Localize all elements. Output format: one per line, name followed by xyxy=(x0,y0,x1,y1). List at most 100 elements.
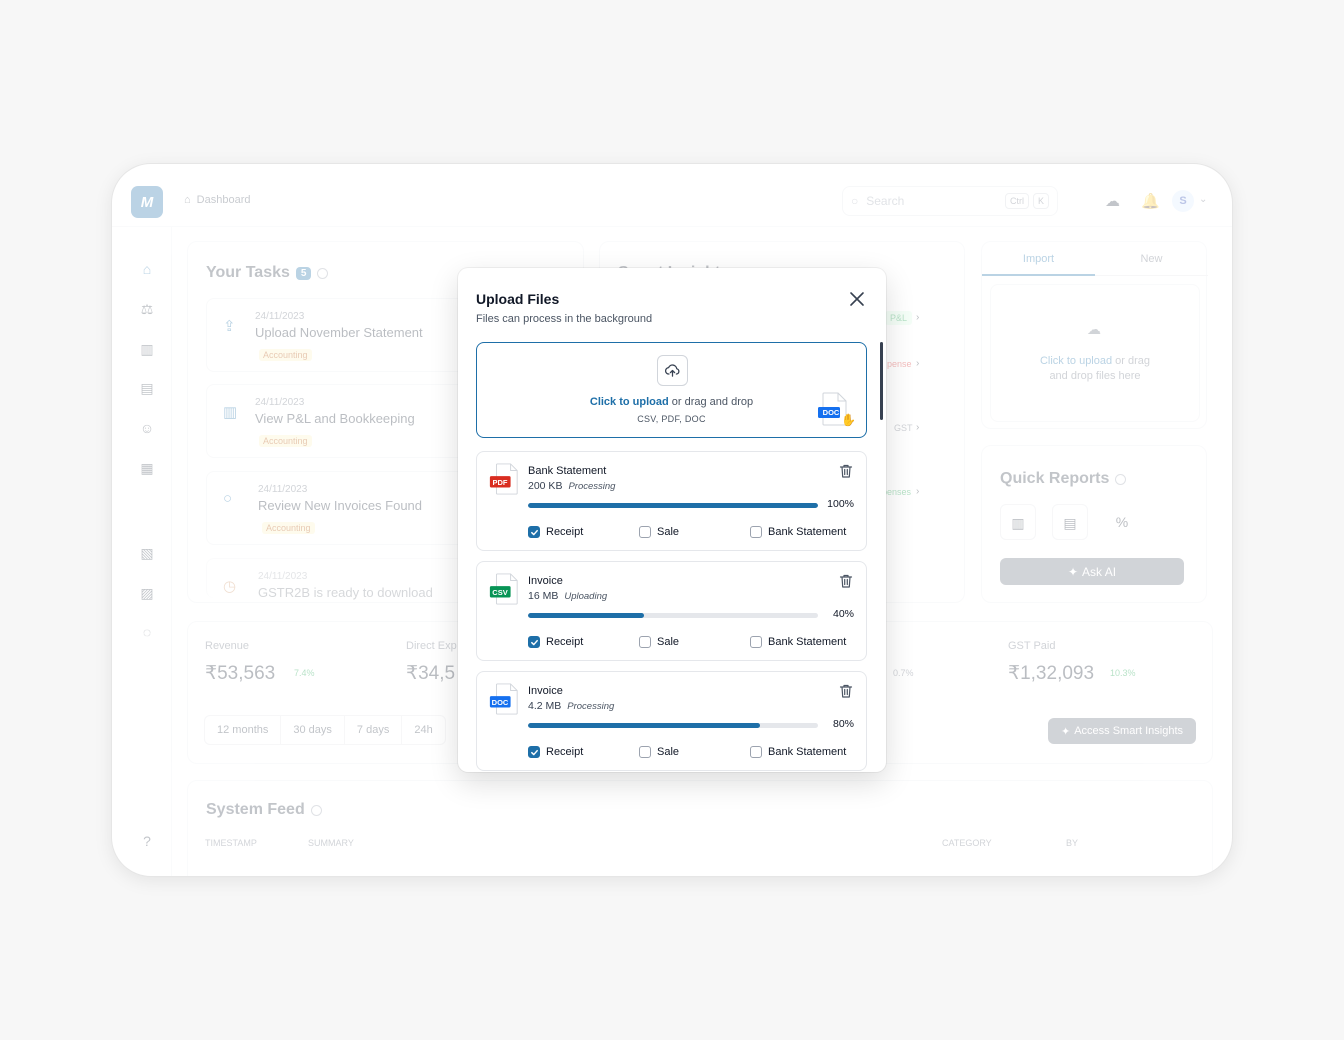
bar-chart-icon[interactable]: ▥ xyxy=(1000,504,1036,540)
chevron-right-icon[interactable]: › xyxy=(916,422,919,433)
bell-icon[interactable]: 🔔 xyxy=(1141,192,1160,210)
access-smart-insights-button[interactable]: ✦ Access Smart Insights xyxy=(1048,718,1196,744)
task-title: View P&L and Bookkeeping xyxy=(255,411,415,426)
search-placeholder: Search xyxy=(866,194,905,208)
breadcrumb-label[interactable]: Dashboard xyxy=(197,194,251,206)
range-7-days[interactable]: 7 days xyxy=(345,716,403,744)
search-input[interactable]: ○ Search Ctrl K xyxy=(842,186,1058,216)
insight-tag: GST xyxy=(894,423,913,433)
cloud-upload-icon[interactable]: ☁ xyxy=(1105,192,1120,210)
checkbox-label: Receipt xyxy=(546,526,584,538)
cloud-upload-icon xyxy=(657,355,688,386)
kbd-ctrl: Ctrl xyxy=(1004,193,1029,209)
column-header: TIMESTAMP xyxy=(205,838,257,848)
revenue-delta: 7.4% xyxy=(294,668,315,678)
checkbox-bank-statement[interactable]: Bank Statement xyxy=(750,746,846,758)
checkbox-box[interactable] xyxy=(639,526,651,538)
chevron-right-icon[interactable]: › xyxy=(916,312,919,323)
document-icon[interactable]: ▤ xyxy=(138,379,156,397)
tasks-title: Your Tasks 5 xyxy=(206,264,329,282)
file-meta: 16 MB Uploading xyxy=(528,590,607,602)
system-feed-title-text: System Feed xyxy=(206,801,305,818)
image-icon[interactable]: ▨ xyxy=(138,584,156,602)
date-range-tabs: 12 months 30 days 7 days 24h xyxy=(204,715,446,745)
chevron-right-icon[interactable]: › xyxy=(916,486,919,497)
checkbox-box[interactable] xyxy=(528,526,540,538)
checkbox-box[interactable] xyxy=(639,746,651,758)
range-12-months[interactable]: 12 months xyxy=(205,716,282,744)
trash-icon[interactable] xyxy=(838,463,854,479)
close-icon[interactable] xyxy=(848,290,866,308)
scale-icon[interactable]: ⚖ xyxy=(138,300,156,318)
checkbox-box[interactable] xyxy=(750,636,762,648)
quick-reports-title-text: Quick Reports xyxy=(1000,470,1110,487)
upload-files-modal: Upload Files Files can process in the ba… xyxy=(458,268,886,772)
tab-import[interactable]: Import xyxy=(982,242,1095,276)
chevron-down-icon[interactable]: ⌄ xyxy=(1199,194,1207,205)
checkbox-receipt[interactable]: Receipt xyxy=(528,636,583,648)
info-icon[interactable] xyxy=(1115,473,1127,485)
file-type-label: CSV xyxy=(492,588,508,597)
checkbox-box[interactable] xyxy=(750,746,762,758)
avatar[interactable]: S xyxy=(1172,190,1194,212)
direct-exp-value: ₹34,5 xyxy=(406,663,456,684)
task-date: 24/11/2023 xyxy=(258,571,308,582)
home-icon[interactable]: ⌂ xyxy=(184,194,191,206)
checkbox-receipt[interactable]: Receipt xyxy=(528,746,583,758)
breadcrumb: ⌂ Dashboard xyxy=(184,194,250,206)
import-dropzone[interactable]: ☁ Click to upload or drag and drop files… xyxy=(990,284,1200,422)
checkbox-label: Receipt xyxy=(546,746,584,758)
chevron-right-icon[interactable]: › xyxy=(916,358,919,369)
checkbox-sale[interactable]: Sale xyxy=(639,746,679,758)
checkbox-box[interactable] xyxy=(528,746,540,758)
percent-icon[interactable]: % xyxy=(1104,504,1140,540)
file-type-label: DOC xyxy=(491,698,509,707)
file-size: 200 KB xyxy=(528,480,563,492)
help-icon[interactable]: ? xyxy=(138,832,156,850)
app-logo[interactable]: M xyxy=(131,186,163,218)
file-name: Invoice xyxy=(528,575,563,587)
task-item[interactable]: ▥ 24/11/2023 View P&L and Bookkeeping Ac… xyxy=(206,384,476,458)
checkbox-receipt[interactable]: Receipt xyxy=(528,526,583,538)
checkbox-sale[interactable]: Sale xyxy=(639,636,679,648)
sidebar-divider xyxy=(171,226,172,876)
home-icon[interactable]: ⌂ xyxy=(138,260,156,278)
tab-new[interactable]: New xyxy=(1095,242,1208,276)
modal-subtitle: Files can process in the background xyxy=(476,313,653,325)
import-hint-line2: and drop files here xyxy=(1049,370,1141,382)
range-24h[interactable]: 24h xyxy=(402,716,444,744)
clock-icon: ◷ xyxy=(223,578,237,595)
checkbox-sale[interactable]: Sale xyxy=(639,526,679,538)
ask-ai-button[interactable]: ✦ Ask AI xyxy=(1000,558,1184,585)
checkbox-bank-statement[interactable]: Bank Statement xyxy=(750,636,846,648)
ask-ai-label: Ask AI xyxy=(1082,564,1117,579)
info-icon[interactable] xyxy=(317,267,329,279)
task-date: 24/11/2023 xyxy=(258,484,308,495)
checkbox-box[interactable] xyxy=(528,636,540,648)
upload-dropzone[interactable]: Click to upload or drag and drop CSV, PD… xyxy=(476,342,867,438)
document-icon[interactable]: ▤ xyxy=(1052,504,1088,540)
task-title: GSTR2B is ready to download xyxy=(258,585,433,600)
calculator-icon[interactable]: ▦ xyxy=(138,459,156,477)
users-icon[interactable]: ☺ xyxy=(138,419,156,437)
checkbox-box[interactable] xyxy=(639,636,651,648)
bank-icon[interactable]: ▥ xyxy=(138,340,156,358)
import-upload-link[interactable]: Click to upload xyxy=(1040,355,1112,367)
trash-icon[interactable] xyxy=(838,573,854,589)
quick-reports-title: Quick Reports xyxy=(1000,470,1127,488)
range-30-days[interactable]: 30 days xyxy=(281,716,345,744)
info-icon[interactable] xyxy=(310,804,322,816)
click-to-upload-link[interactable]: Click to upload xyxy=(590,396,669,408)
ledger-icon[interactable]: ▧ xyxy=(138,544,156,562)
chat-icon[interactable]: ◌ xyxy=(138,623,156,641)
trash-icon[interactable] xyxy=(838,683,854,699)
task-item[interactable]: ⇪ 24/11/2023 Upload November Statement A… xyxy=(206,298,476,372)
task-tag: Accounting xyxy=(259,435,312,447)
scrollbar[interactable] xyxy=(880,342,883,420)
checkbox-bank-statement[interactable]: Bank Statement xyxy=(750,526,846,538)
task-item[interactable]: ◷ 24/11/2023 GSTR2B is ready to download xyxy=(206,558,476,600)
file-meta: 200 KB Processing xyxy=(528,480,615,492)
dropzone-hint: Click to upload or drag and drop xyxy=(477,396,866,408)
task-item[interactable]: ○ 24/11/2023 Review New Invoices Found A… xyxy=(206,471,476,545)
checkbox-box[interactable] xyxy=(750,526,762,538)
